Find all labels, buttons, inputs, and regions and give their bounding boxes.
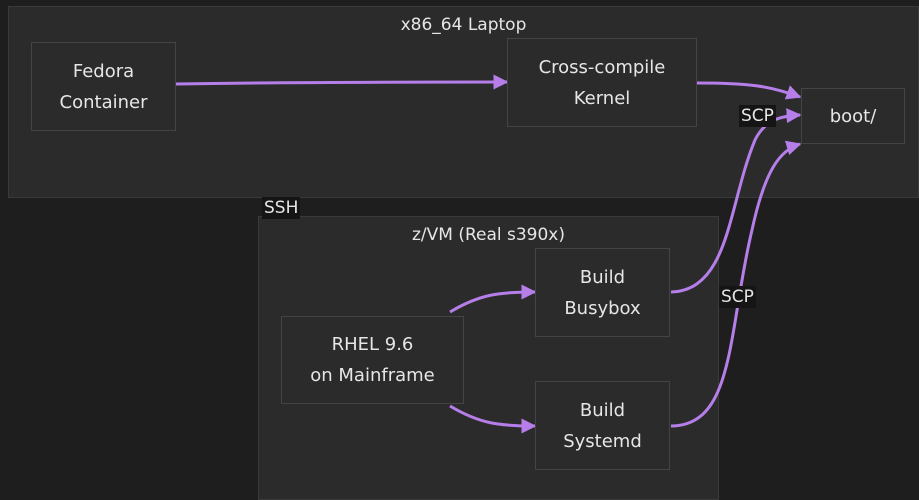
node-busybox-line1: Build (579, 266, 626, 288)
node-rhel: RHEL 9.6 on Mainframe (281, 316, 464, 404)
node-systemd-line1: Build (579, 399, 626, 421)
node-systemd-line2: Systemd (563, 430, 642, 452)
node-fedora-container: Fedora Container (31, 42, 176, 131)
node-build-systemd: Build Systemd (535, 381, 670, 470)
edge-fedora-to-cross (175, 74, 509, 90)
node-cross-line2: Kernel (573, 87, 631, 109)
edge-rhel-to-busybox (449, 284, 537, 314)
node-busybox-line2: Busybox (564, 297, 641, 319)
node-build-busybox: Build Busybox (535, 248, 670, 337)
node-fedora-line2: Container (59, 91, 148, 113)
node-rhel-line2: on Mainframe (310, 365, 435, 386)
edge-rhel-to-systemd (449, 404, 537, 434)
node-cross-line1: Cross-compile (538, 56, 666, 78)
edge-label-scp-top: SCP (739, 105, 776, 127)
edge-label-scp-mid: SCP (719, 286, 756, 308)
edge-label-ssh: SSH (262, 197, 301, 219)
edge-systemd-to-boot (670, 140, 802, 428)
node-fedora-line1: Fedora (72, 60, 135, 82)
node-boot-label: boot/ (829, 105, 877, 127)
edge-busybox-to-boot (670, 108, 802, 294)
node-rhel-line1: RHEL 9.6 (331, 334, 414, 355)
edge-cross-to-boot (696, 81, 802, 100)
node-boot: boot/ (801, 88, 905, 144)
node-cross-compile-kernel: Cross-compile Kernel (507, 38, 697, 127)
